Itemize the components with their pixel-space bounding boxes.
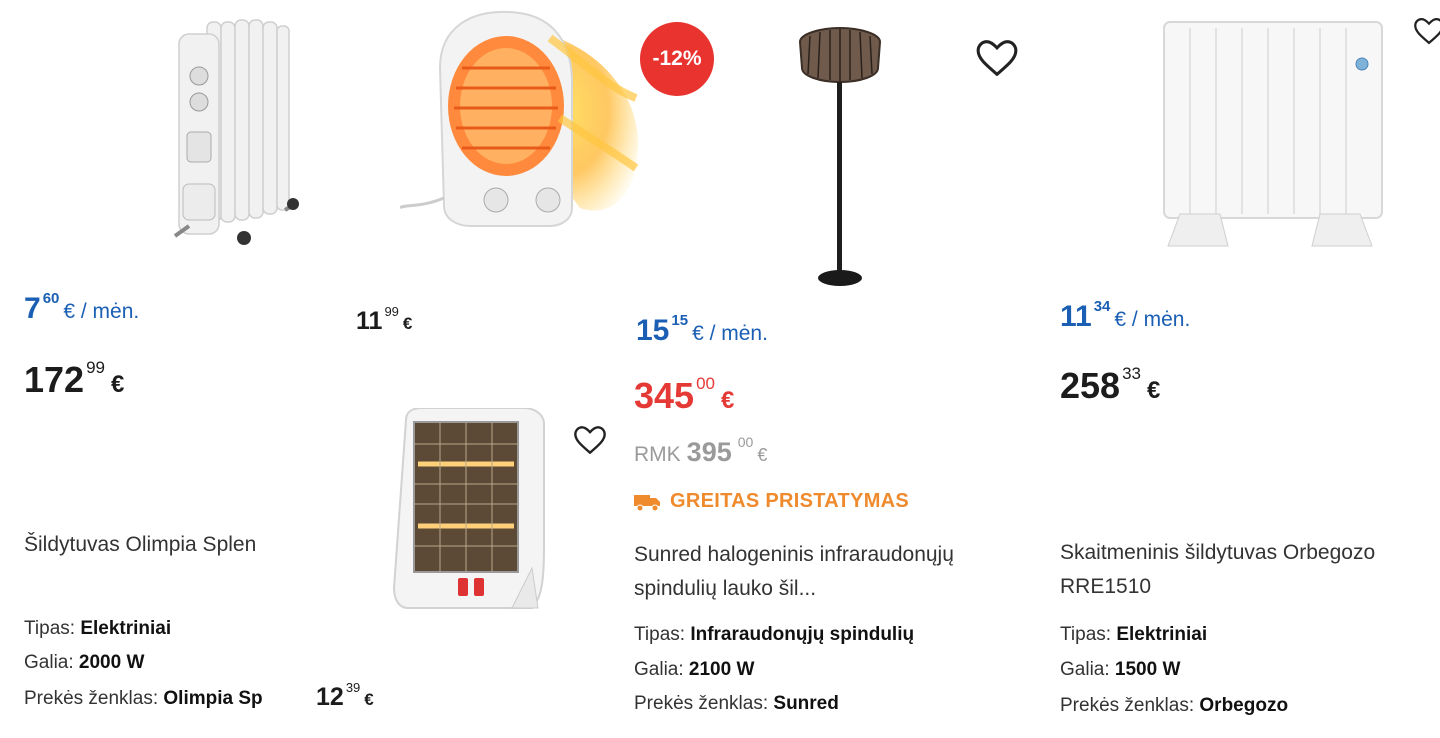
product-price: 12 39€ — [316, 680, 374, 711]
heart-icon[interactable] — [574, 426, 606, 454]
monthly-price: 15 15€ / mėn. — [636, 312, 768, 347]
product-title[interactable]: Šildytuvas Olimpia Splen — [24, 528, 296, 562]
product-image-patio-heater[interactable] — [790, 26, 890, 294]
spec-brand: Prekės ženklas: Sunred — [634, 693, 839, 714]
heart-icon[interactable] — [976, 40, 1018, 76]
product-title[interactable]: Skaitmeninis šildytuvas Orbegozo RRE1510 — [1060, 536, 1436, 604]
product-card-halogen-heater[interactable]: 12 39€ — [300, 400, 620, 738]
product-price: 11 99€ — [356, 304, 413, 335]
monthly-price: 11 34€ / mėn. — [1060, 298, 1191, 333]
product-image-halogen-heater[interactable] — [392, 408, 552, 626]
product-card-fan-heater[interactable]: 11 99€ — [340, 0, 640, 360]
product-image-fan-heater[interactable] — [400, 8, 640, 240]
spec-power: Galia: 2100 W — [634, 659, 755, 680]
truck-icon — [634, 494, 660, 511]
spec-power: Galia: 2000 W — [24, 652, 145, 673]
spec-brand: Prekės ženklas: Orbegozo — [1060, 695, 1289, 716]
product-card-orbegozo[interactable]: 11 34€ / mėn. 258 33€ Skaitmeninis šildytu… — [1040, 0, 1440, 738]
spec-brand: Prekės ženklas: Olimpia Sp — [24, 688, 263, 709]
discount-badge: -12% — [640, 22, 714, 96]
product-card-sunred[interactable]: -12% 15 15€ / mėn. 345 00€ RMK 395 00€ GREIT… — [630, 0, 1030, 738]
heart-icon[interactable] — [1414, 14, 1440, 48]
spec-type: Tipas: Infraraudonųjų spindulių — [634, 624, 915, 645]
product-card-olimpia[interactable]: 7 60€ / mėn. 172 99€ Šildytuvas Olimpia Sp… — [0, 0, 300, 738]
spec-type: Tipas: Elektriniai — [24, 618, 172, 639]
old-price: RMK 395 00€ — [634, 434, 768, 467]
sale-price: 345 00€ — [634, 374, 735, 416]
product-price: 172 99€ — [24, 358, 125, 400]
product-price: 258 33€ — [1060, 364, 1161, 406]
monthly-price: 7 60€ / mėn. — [24, 290, 140, 325]
spec-power: Galia: 1500 W — [1060, 659, 1181, 680]
product-title[interactable]: Sunred halogeninis infraraudonųjų spindu… — [634, 538, 1024, 606]
product-image-oil-radiator[interactable] — [165, 14, 305, 249]
product-image-digital-radiator[interactable] — [1150, 18, 1390, 254]
spec-type: Tipas: Elektriniai — [1060, 624, 1208, 645]
fast-delivery-label: GREITAS PRISTATYMAS — [634, 490, 909, 513]
